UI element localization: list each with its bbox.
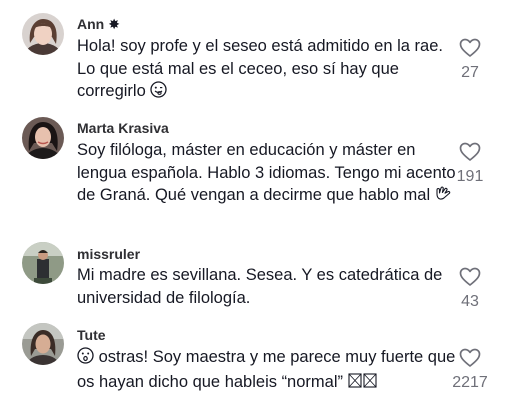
- winking-face-tongue-emoji: [150, 81, 168, 105]
- comment-text-content: ostras! Soy maestra y me parece muy fuer…: [77, 348, 456, 391]
- comment-text: Mi madre es sevillana. Sesea. Y es cated…: [77, 264, 462, 309]
- like-button[interactable]: 2217: [440, 348, 500, 392]
- heart-outline-icon: [459, 348, 481, 367]
- comment-text: Hola! soy profe y el seseo está admitido…: [77, 35, 462, 105]
- comment-username[interactable]: Ann ✸: [77, 16, 120, 33]
- like-count: 43: [461, 293, 479, 310]
- heart-outline-icon: [459, 142, 481, 161]
- open-hands-emoji: [435, 185, 452, 209]
- like-button[interactable]: 191: [440, 142, 500, 186]
- comment-username[interactable]: missruler: [77, 246, 140, 262]
- like-count: 2217: [452, 374, 488, 391]
- comment-username[interactable]: Marta Krasiva: [77, 120, 169, 136]
- avatar-image: [22, 13, 64, 55]
- avatar[interactable]: [22, 242, 64, 284]
- comment-text: ostras! Soy maestra y me parece muy fuer…: [77, 346, 462, 395]
- heart-outline-icon: [459, 267, 481, 286]
- avatar-image: [22, 242, 64, 284]
- avatar[interactable]: [22, 13, 64, 55]
- heart-outline-icon: [459, 38, 481, 57]
- comment-text-content: Hola! soy profe y el seseo está admitido…: [77, 37, 443, 100]
- comment-text-content: Mi madre es sevillana. Sesea. Y es cated…: [77, 266, 443, 307]
- asterisk-badge-icon: ✸: [108, 16, 120, 32]
- comment-text: Soy filóloga, máster en educación y mást…: [77, 139, 462, 209]
- comment-username[interactable]: Tute: [77, 327, 106, 343]
- avatar[interactable]: [22, 323, 64, 365]
- like-count: 191: [456, 168, 484, 185]
- avatar-image: [22, 323, 64, 365]
- avatar[interactable]: [22, 117, 64, 159]
- username-text: Ann: [77, 16, 105, 32]
- like-count: 27: [461, 64, 479, 81]
- avatar-image: [22, 117, 64, 159]
- like-button[interactable]: 27: [440, 38, 500, 82]
- like-button[interactable]: 43: [440, 267, 500, 311]
- hushed-face-emoji: [77, 347, 94, 371]
- missing-glyph-boxes: [348, 372, 378, 396]
- comment-text-content: Soy filóloga, máster en educación y mást…: [77, 141, 456, 204]
